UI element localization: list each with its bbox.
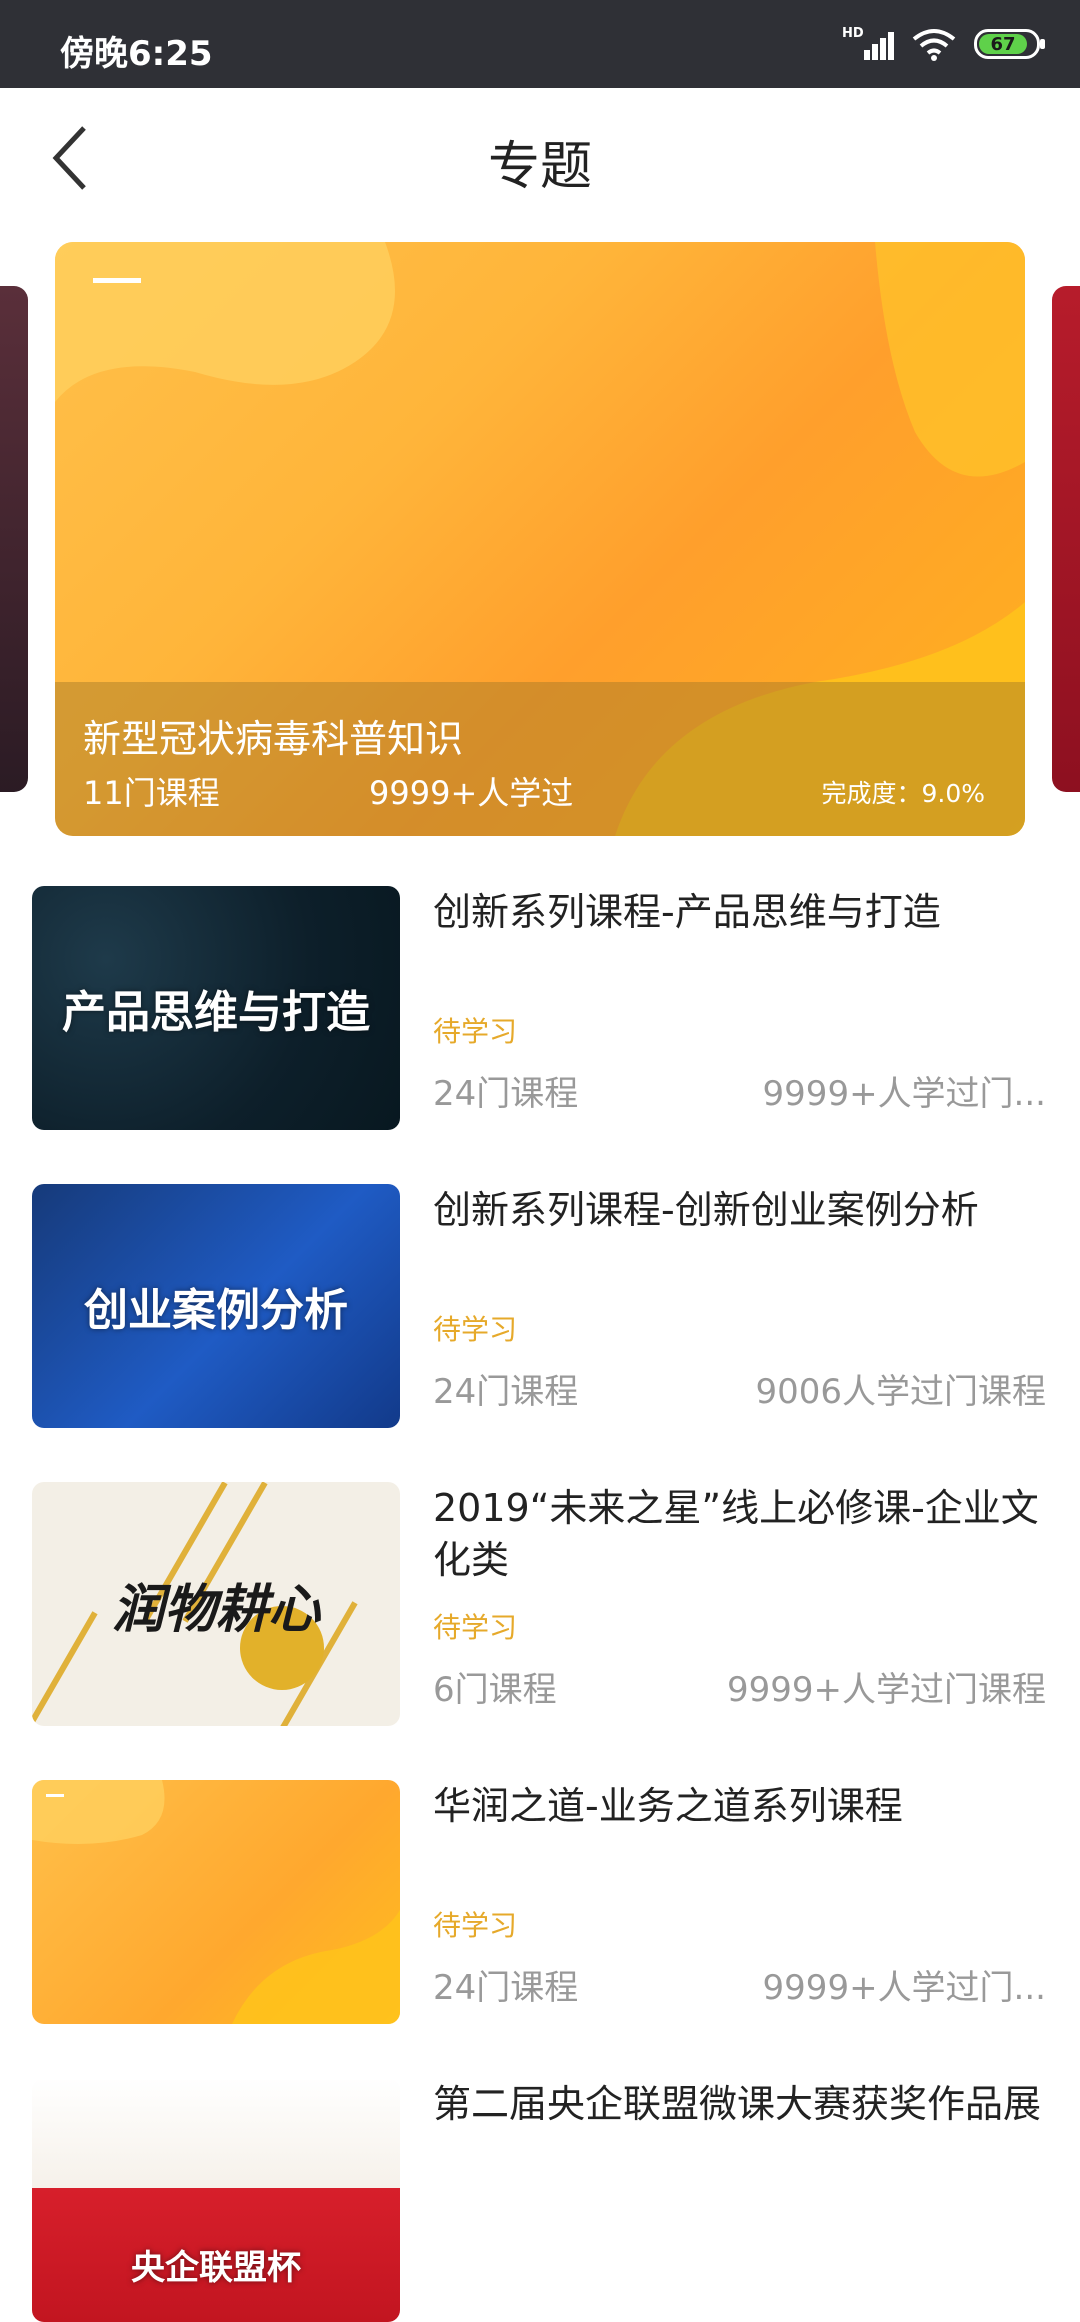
featured-topic-card[interactable]: 新型冠状病毒科普知识 11门课程 9999+人学过 完成度：9.0% bbox=[55, 242, 1025, 836]
topic-status: 待学习 bbox=[433, 1909, 518, 1942]
topic-status: 待学习 bbox=[433, 1313, 518, 1346]
list-item[interactable]: 央企联盟杯 第二届央企联盟微课大赛获奖作品展 bbox=[0, 2062, 1080, 2322]
page-title: 专题 bbox=[487, 137, 592, 197]
thumbnail-text: 润物耕心 bbox=[111, 1578, 320, 1640]
topic-status: 待学习 bbox=[433, 1611, 518, 1644]
carousel-prev-card[interactable] bbox=[0, 286, 28, 792]
topic-thumbnail: 产品思维与打造 bbox=[32, 886, 400, 1130]
topic-course-count: 24门课程 bbox=[433, 1968, 579, 2008]
network-type: HD bbox=[842, 26, 864, 41]
banner-title: 新型冠状病毒科普知识 bbox=[83, 717, 464, 761]
signal-icon: HD bbox=[842, 24, 894, 64]
list-item[interactable]: 产品思维与打造 创新系列课程-产品思维与打造 待学习 24门课程 9999+人学… bbox=[0, 870, 1080, 1130]
topic-learners: 9999+人学过门课程 bbox=[726, 1670, 1046, 1710]
banner-learners: 9999+人学过 bbox=[369, 774, 574, 812]
banner-info-overlay: 新型冠状病毒科普知识 11门课程 9999+人学过 完成度：9.0% bbox=[55, 682, 1025, 836]
status-time: 傍晚6:25 bbox=[60, 34, 213, 74]
status-icons: HD 67 bbox=[842, 24, 1045, 64]
topic-course-count: 6门课程 bbox=[433, 1670, 557, 1710]
topic-learners: 9006人学过门课程 bbox=[755, 1372, 1046, 1412]
thumbnail-text: 产品思维与打造 bbox=[62, 987, 370, 1038]
banner-dash bbox=[93, 278, 141, 283]
nav-header: 专题 bbox=[0, 88, 1080, 228]
carousel-next-card[interactable] bbox=[1052, 286, 1080, 792]
list-item[interactable]: 华润之道-业务之道系列课程 待学习 24门课程 9999+人学过门... bbox=[0, 1764, 1080, 2024]
wifi-icon bbox=[912, 29, 956, 61]
topic-course-count: 24门课程 bbox=[433, 1074, 579, 1114]
topic-title: 创新系列课程-产品思维与打造 bbox=[433, 890, 941, 934]
battery-level: 67 bbox=[979, 34, 1027, 55]
banner-course-count: 11门课程 bbox=[83, 774, 220, 812]
banner-progress: 完成度：9.0% bbox=[821, 779, 985, 808]
topic-title: 华润之道-业务之道系列课程 bbox=[433, 1784, 903, 1828]
thumbnail-text: 创业案例分析 bbox=[84, 1285, 348, 1336]
thumbnail-wave-decoration bbox=[32, 1780, 400, 2024]
thumbnail-dash bbox=[46, 1794, 64, 1797]
topic-title: 2019“未来之星”线上必修课-企业文化类 bbox=[433, 1486, 1039, 1582]
topic-course-count: 24门课程 bbox=[433, 1372, 579, 1412]
topic-thumbnail: 央企联盟杯 bbox=[32, 2078, 400, 2322]
list-item[interactable]: 润物耕心 2019“未来之星”线上必修课-企业文化类 待学习 6门课程 9999… bbox=[0, 1466, 1080, 1726]
topic-status: 待学习 bbox=[433, 1015, 518, 1048]
topic-learners: 9999+人学过门... bbox=[762, 1074, 1046, 1114]
thumbnail-text: 央企联盟杯 bbox=[131, 2247, 301, 2288]
topic-title: 第二届央企联盟微课大赛获奖作品展 bbox=[433, 2082, 1042, 2126]
topic-thumbnail bbox=[32, 1780, 400, 2024]
topic-thumbnail: 润物耕心 bbox=[32, 1482, 400, 1726]
topic-thumbnail: 创业案例分析 bbox=[32, 1184, 400, 1428]
topic-learners: 9999+人学过门... bbox=[762, 1968, 1046, 2008]
status-bar: 傍晚6:25 HD 67 bbox=[0, 0, 1080, 88]
battery-icon: 67 bbox=[974, 29, 1045, 59]
list-item[interactable]: 创业案例分析 创新系列课程-创新创业案例分析 待学习 24门课程 9006人学过… bbox=[0, 1168, 1080, 1428]
topic-title: 创新系列课程-创新创业案例分析 bbox=[433, 1188, 979, 1232]
